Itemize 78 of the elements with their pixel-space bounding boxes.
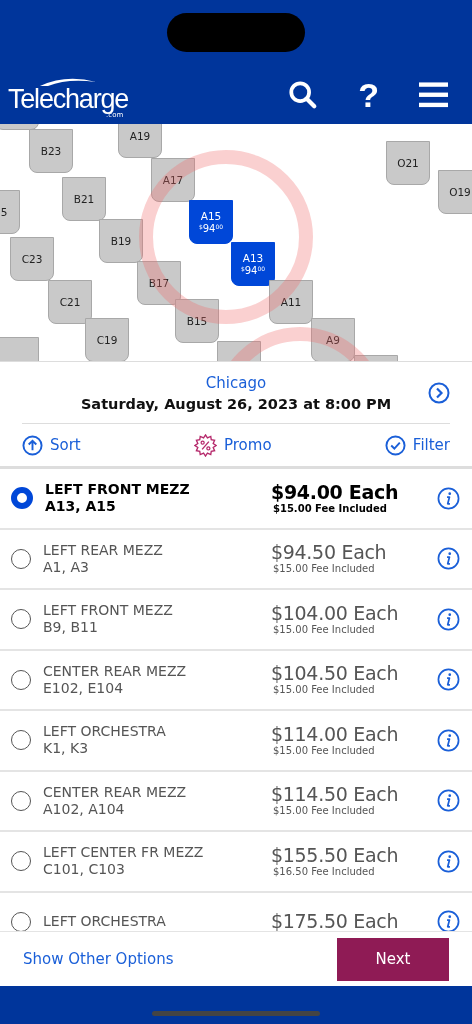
seat[interactable]: B21 — [62, 177, 106, 221]
info-icon[interactable] — [437, 849, 460, 873]
seat[interactable]: B23 — [29, 129, 73, 173]
info-icon[interactable] — [437, 607, 460, 631]
seat[interactable]: A15 $^{$}$94$^{00}$ — [189, 200, 233, 244]
ticket-option[interactable]: LEFT ORCHESTRA K1, K3 $114.00 Each $15.00 Fee Included — [0, 711, 472, 772]
show-other-options-link[interactable]: Show Other Options — [23, 950, 174, 968]
section-name: LEFT REAR MEZZ — [43, 541, 164, 559]
seat-numbers: A13, A15 — [45, 498, 117, 516]
section-name: LEFT CENTER FR MEZZ — [43, 844, 205, 862]
fee-note: $15.00 Fee Included — [272, 684, 376, 697]
fee-note: $15.00 Fee Included — [272, 563, 376, 576]
fee-note: $15.00 Fee Included — [272, 623, 376, 636]
ticket-option[interactable]: LEFT REAR MEZZ A1, A3 $94.50 Each $15.00 Fee Included — [0, 529, 472, 590]
seat[interactable]: A17 — [151, 158, 195, 202]
seat[interactable]: 5 — [0, 190, 20, 234]
ticket-option[interactable]: LEFT CENTER FR MEZZ C101, C103 $155.50 Each $16.50 Fee Included — [0, 832, 472, 893]
ticket-option[interactable]: CENTER REAR MEZZ E102, E104 $104.50 Each $15.00 Fee Included — [0, 650, 472, 711]
seat[interactable]: C23 — [10, 237, 54, 281]
price: $114.50 Each — [271, 784, 400, 806]
info-icon[interactable] — [437, 668, 460, 692]
seat[interactable]: A9 — [311, 318, 355, 361]
info-icon[interactable] — [437, 910, 460, 931]
fee-note: $15.00 Fee Included — [272, 805, 376, 818]
sort-button[interactable]: Sort — [22, 434, 81, 456]
seat[interactable]: B19 — [99, 219, 143, 263]
seat-numbers: C101, C103 — [43, 861, 126, 879]
seat[interactable]: A19 — [118, 124, 162, 158]
price: $114.00 Each — [271, 723, 400, 745]
filter-button[interactable]: Filter — [384, 434, 450, 456]
seat[interactable]: B17 — [137, 261, 181, 305]
next-button[interactable]: Next — [337, 937, 449, 981]
seat-numbers: E102, E104 — [43, 679, 125, 697]
fee-note: $15.00 Fee Included — [272, 502, 388, 515]
section-name: CENTER REAR MEZZ — [43, 783, 188, 801]
promo-button[interactable]: Promo — [194, 433, 272, 457]
section-name: LEFT FRONT MEZZ — [43, 602, 174, 620]
price: $175.50 Each — [271, 911, 400, 931]
seat[interactable]: O19 — [438, 170, 472, 214]
info-icon[interactable] — [437, 547, 460, 571]
arrow-up-icon — [22, 434, 43, 456]
event-date: Saturday, August 26, 2023 at 8:00 PM — [80, 395, 392, 414]
city-link[interactable]: Chicago — [205, 374, 267, 393]
radio-button[interactable] — [11, 548, 31, 569]
search-icon[interactable] — [288, 80, 319, 110]
chevron-right-icon[interactable] — [428, 382, 450, 404]
section-name: LEFT ORCHESTRA — [43, 723, 167, 741]
price: $94.50 Each — [271, 542, 388, 564]
price: $104.00 Each — [271, 602, 400, 624]
checkmark-icon — [384, 434, 406, 456]
seat-numbers: A1, A3 — [43, 558, 90, 576]
ticket-option[interactable]: LEFT FRONT MEZZ A13, A15 $94.00 Each $15.00 Fee Included — [0, 469, 472, 530]
seat[interactable]: A13 $^{$}$94$^{00}$ — [231, 242, 275, 286]
price: $94.00 Each — [271, 481, 400, 503]
ticket-option[interactable]: LEFT FRONT MEZZ B9, B11 $104.00 Each $15.00 Fee Included — [0, 590, 472, 651]
radio-button[interactable] — [11, 487, 33, 510]
seat[interactable]: C21 — [48, 280, 92, 324]
seat[interactable]: B15 — [175, 299, 219, 343]
ticket-option[interactable]: CENTER REAR MEZZ A102, A104 $114.50 Each $15.00 Fee Included — [0, 771, 472, 832]
section-name: CENTER REAR MEZZ — [43, 662, 188, 680]
seat-numbers: A102, A104 — [43, 800, 126, 818]
menu-icon[interactable] — [419, 82, 448, 108]
fee-note: $16.50 Fee Included — [272, 865, 376, 878]
price: $104.50 Each — [271, 663, 400, 685]
seat-numbers: B9, B11 — [43, 619, 99, 637]
seat[interactable]: C19 — [85, 318, 129, 361]
section-name: LEFT FRONT MEZZ — [45, 481, 191, 499]
price: $155.50 Each — [271, 844, 400, 866]
seat-numbers: K1, K3 — [43, 740, 90, 758]
fee-note: $15.00 Fee Included — [272, 744, 376, 757]
help-button[interactable]: ? — [358, 77, 379, 113]
section-name: LEFT ORCHESTRA — [43, 913, 167, 931]
info-icon[interactable] — [437, 486, 460, 510]
seat[interactable]: A11 — [269, 280, 313, 324]
info-icon[interactable] — [437, 789, 460, 813]
info-icon[interactable] — [437, 728, 460, 752]
seat[interactable]: O21 — [386, 141, 430, 185]
percent-badge-icon — [194, 433, 217, 457]
